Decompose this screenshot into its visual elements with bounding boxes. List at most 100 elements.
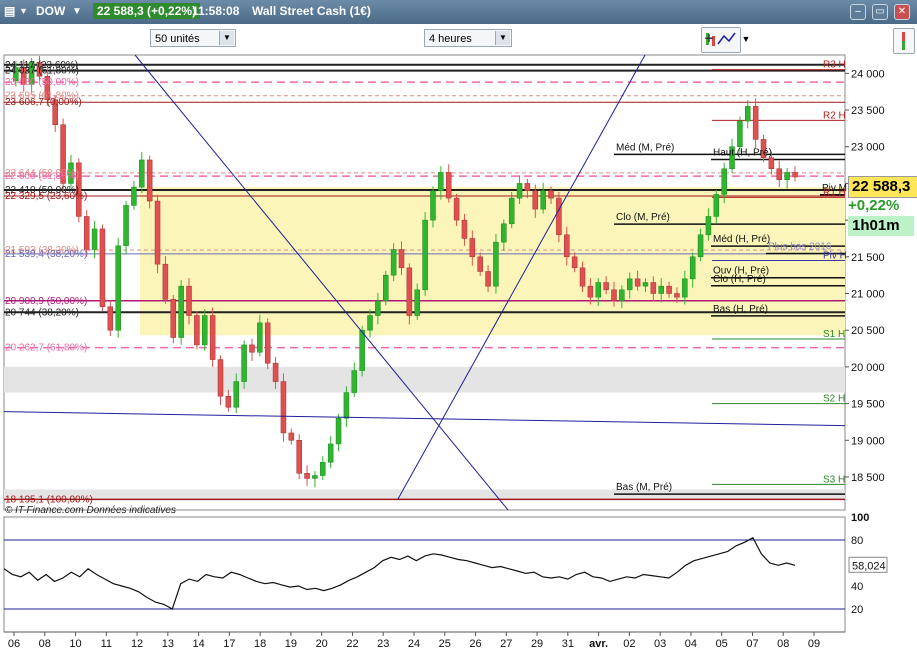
- annotation-label: Méd (H, Pré): [713, 234, 770, 245]
- pivot-label: S2 H: [823, 394, 845, 405]
- candle-body: [359, 329, 365, 371]
- x-tick-label: avr.: [589, 638, 608, 650]
- x-tick-label: 25: [439, 638, 451, 650]
- candle-body: [540, 190, 546, 210]
- candle-body: [705, 216, 712, 236]
- candle-body: [406, 267, 413, 316]
- candle-body: [312, 475, 318, 479]
- candle-body: [414, 289, 420, 316]
- osc-tick-label: 20: [851, 604, 863, 616]
- y-tick-label: 20 500: [851, 325, 885, 337]
- countdown-badge: 1h01m: [848, 216, 914, 236]
- candle-body: [438, 172, 444, 192]
- y-tick-label: 23 500: [851, 105, 885, 117]
- candle-body: [115, 245, 121, 331]
- x-tick-label: 13: [162, 638, 174, 650]
- x-tick-label: 12: [131, 638, 143, 650]
- candle-body: [225, 396, 232, 408]
- candle-body: [445, 172, 452, 199]
- candle-body: [233, 381, 239, 408]
- annotation-label: Clo (H, Pré): [713, 274, 766, 285]
- level-label: 24 037 (61,80%): [5, 66, 79, 77]
- candle-body: [154, 200, 161, 265]
- candle-body: [674, 293, 680, 298]
- x-tick-label: 24: [408, 638, 420, 650]
- candle-body: [485, 271, 491, 287]
- candle-body: [367, 315, 373, 331]
- candle-body: [737, 120, 743, 147]
- level-label: 23 880 (50,00%): [5, 77, 79, 88]
- annotation-label: Piv M: [822, 183, 847, 194]
- candle-body: [351, 370, 358, 393]
- x-tick-label: 27: [500, 638, 512, 650]
- x-tick-label: 20: [316, 638, 328, 650]
- candle-body: [564, 234, 570, 258]
- annotation-label: Méd (M, Pré): [616, 142, 674, 153]
- candle-body: [272, 362, 279, 382]
- candle-body: [784, 172, 790, 181]
- x-tick-label: 10: [69, 638, 81, 650]
- annotation-label: Haut (H, Pré): [713, 148, 772, 159]
- candle-body: [390, 249, 397, 276]
- x-tick-label: 23: [377, 638, 389, 650]
- candle-body: [587, 285, 594, 298]
- x-tick-label: 08: [777, 638, 789, 650]
- candle-body: [288, 432, 295, 441]
- candle-body: [571, 256, 578, 269]
- candle-body: [107, 306, 114, 331]
- y-tick-label: 21 500: [851, 252, 885, 264]
- watermark: © IT-Finance.com Données indicatives: [5, 505, 176, 516]
- candle-body: [461, 219, 468, 239]
- candle-body: [327, 443, 334, 463]
- oscillator-frame: [3, 516, 846, 633]
- candle-body: [689, 256, 696, 280]
- candle-body: [123, 205, 129, 247]
- x-tick-label: 26: [469, 638, 481, 650]
- candle-body: [170, 299, 177, 338]
- x-tick-label: 11: [101, 638, 112, 650]
- candle-body: [186, 285, 192, 316]
- candle-body: [658, 285, 664, 294]
- candle-body: [146, 159, 153, 202]
- x-tick-label: 17: [223, 638, 235, 650]
- pivot-label: R3 H: [823, 60, 846, 71]
- candle-body: [556, 197, 562, 236]
- x-tick-label: 08: [39, 638, 51, 650]
- candle-body: [752, 106, 759, 140]
- candle-body: [453, 197, 460, 221]
- y-tick-label: 23 000: [851, 142, 885, 154]
- grey-zone: [4, 366, 845, 393]
- candle-body: [249, 344, 255, 353]
- annotation-label: Bas (M, Pré): [616, 482, 672, 493]
- y-tick-label: 18 500: [851, 472, 885, 484]
- candle-body: [296, 440, 302, 474]
- candle-body: [501, 223, 507, 243]
- candle-body: [139, 159, 145, 188]
- x-tick-label: 29: [531, 638, 543, 650]
- candle-body: [745, 106, 751, 122]
- candle-body: [217, 359, 224, 397]
- annotation-label: Bas (H, Pré): [713, 304, 768, 315]
- candle-body: [697, 234, 704, 258]
- candle-body: [304, 473, 310, 479]
- pivot-label: R2 H: [823, 110, 846, 121]
- candle-body: [776, 168, 783, 181]
- y-tick-label: 24 000: [851, 68, 885, 80]
- candle-body: [375, 300, 381, 316]
- x-tick-label: 14: [192, 638, 204, 650]
- last-price-badge: 22 588,3: [848, 176, 917, 198]
- change-badge: +0,22%: [848, 197, 900, 214]
- candle-body: [178, 285, 184, 338]
- x-tick-label: 09: [808, 638, 820, 650]
- candle-body: [516, 183, 523, 199]
- annotation-label: Plus bas 2016: [768, 241, 832, 252]
- osc-value: 58,024: [852, 560, 886, 572]
- level-label: 20 744 (38,20%): [5, 307, 79, 318]
- candle-body: [91, 228, 98, 250]
- level-label: 22 329,5 (23,60%): [5, 191, 87, 202]
- candle-body: [209, 315, 216, 360]
- candle-body: [202, 315, 208, 346]
- chart-area: 24 117 (23,60%)24 037 (61,80%)23 880 (50…: [3, 54, 888, 650]
- x-tick-label: 06: [8, 638, 20, 650]
- level-label: 22 600 (61,80%): [5, 171, 79, 182]
